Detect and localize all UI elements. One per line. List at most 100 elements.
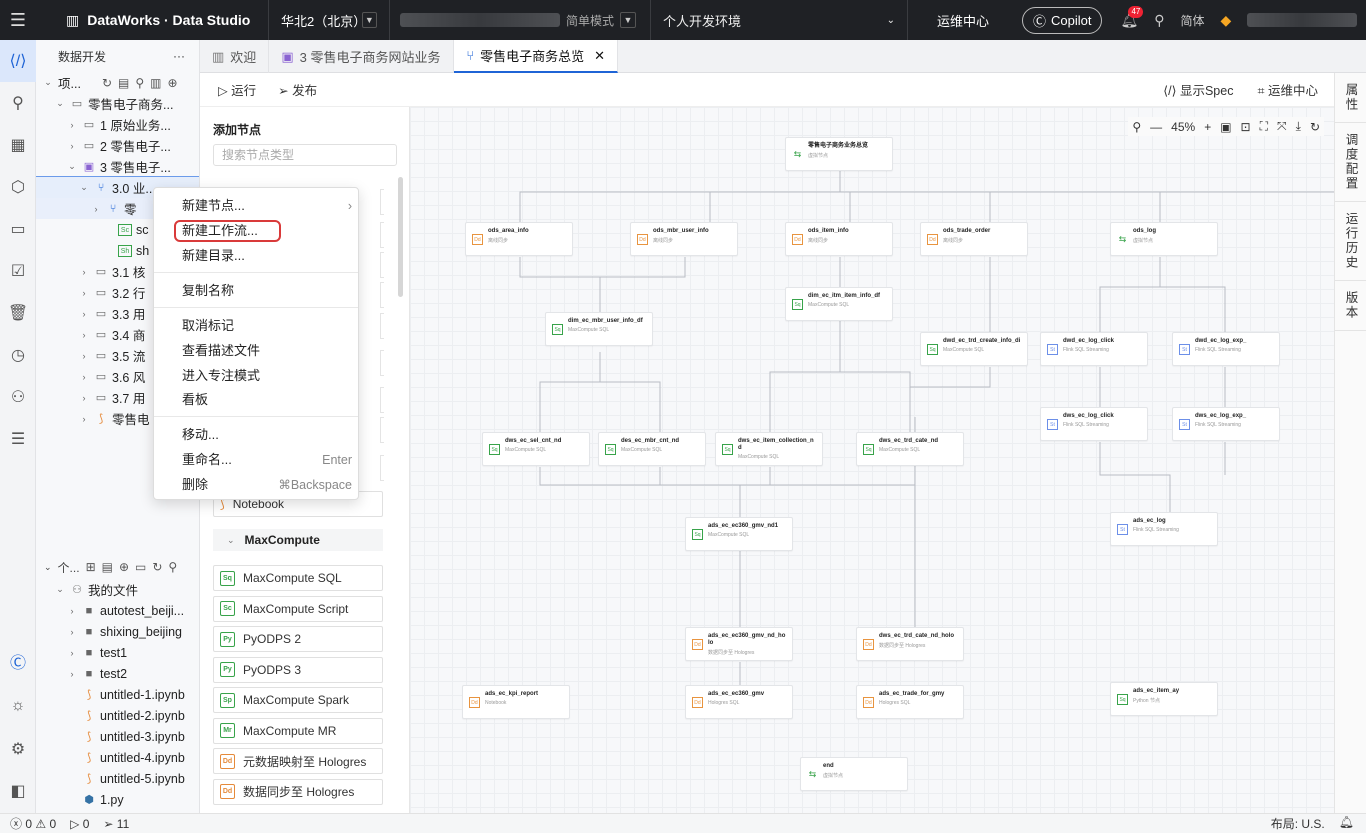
palette-search-input[interactable]: 搜索节点类型 [213, 144, 397, 166]
download-icon[interactable]: ⤓ [1296, 119, 1301, 134]
dag-node[interactable]: Dd ods_mbr_user_info 离线同步 [630, 222, 738, 256]
user-account[interactable] [1247, 13, 1358, 27]
chevron-right-icon[interactable]: › [90, 204, 102, 214]
menu-view-desc[interactable]: 查看描述文件 [182, 339, 352, 363]
dag-node[interactable]: Dd ads_ec_ec360_gmv_nd_holo 数据同步至 Hologres [685, 627, 793, 661]
chevron-right-icon[interactable]: › [78, 351, 90, 361]
dag-node[interactable]: ⇆ end 虚拟节点 [800, 757, 908, 791]
chevron-down-icon[interactable]: ⌄ [54, 98, 66, 109]
runs-indicator[interactable]: ▷ 0 [70, 817, 89, 831]
dag-node[interactable]: St dws_ec_log_exp_ Flink SQL Streaming [1172, 407, 1280, 441]
chevron-right-icon[interactable]: › [78, 372, 90, 382]
cube-icon[interactable]: ⬡ [0, 166, 36, 208]
project-row[interactable]: ⌄ 项... ↻▤⚲▥⊕ [36, 72, 199, 93]
lang-switch[interactable]: 简体 [1181, 12, 1205, 29]
palette-group-maxcompute[interactable]: ⌄ MaxCompute [213, 529, 383, 551]
tab-welcome[interactable]: ▥ 欢迎 [200, 40, 270, 73]
env-select[interactable]: 个人开发环境 ⌄ [651, 11, 907, 30]
file-item[interactable]: › ■ test2 [36, 663, 199, 684]
dag-node[interactable]: Dd ads_ec_kpi_report Notebook [462, 685, 570, 719]
menu-new-node[interactable]: 新建节点... › [182, 194, 352, 218]
close-icon[interactable]: ✕ [594, 48, 605, 64]
fit-icon[interactable]: ▣ [1220, 120, 1231, 134]
chevron-right-icon[interactable]: › [78, 309, 90, 319]
dag-node[interactable]: Sq dws_ec_trd_cate_nd MaxCompute SQL [856, 432, 964, 466]
code-icon[interactable]: ⟨/⟩ [0, 40, 36, 82]
menu-rename[interactable]: 重命名... Enter [182, 448, 352, 472]
dag-node[interactable]: Sq des_ec_mbr_cnt_nd MaxCompute SQL [598, 432, 706, 466]
tree-item[interactable]: › ▭ 1 原始业务... [36, 114, 199, 135]
tree-item[interactable]: › ▭ 2 零售电子... [36, 135, 199, 156]
chevron-right-icon[interactable]: › [66, 627, 78, 637]
folder-icon[interactable]: ▭ [0, 208, 36, 250]
palette-item[interactable]: Dd 元数据映射至 Hologres [213, 748, 383, 774]
frame-icon[interactable]: ⊡ [1241, 120, 1251, 134]
list-icon[interactable]: ☰ [0, 418, 36, 460]
file-item[interactable]: ⟆ untitled-4.ipynb [36, 747, 199, 768]
personal-actions-icons[interactable]: ⊞▤⊕▭↻⚲ [86, 560, 184, 574]
tree-item[interactable]: ⌄ ▣ 3 零售电子... [36, 156, 199, 177]
region-select[interactable]: 华北2（北京） ▼ [269, 11, 389, 30]
palette-item[interactable]: Sp MaxCompute Spark [213, 687, 383, 713]
file-item[interactable]: ⟆ untitled-5.ipynb [36, 768, 199, 789]
layout-icon[interactable]: ⤧ [1277, 119, 1287, 134]
menu-copy-name[interactable]: 复制名称 [182, 279, 352, 303]
file-item[interactable]: ⟆ untitled-2.ipynb [36, 705, 199, 726]
dag-node[interactable]: ⇆ ods_log 虚拟节点 [1110, 222, 1218, 256]
menu-unmark[interactable]: 取消标记 [182, 314, 352, 338]
search-user-icon[interactable]: ⚲ [0, 82, 36, 124]
checklist-icon[interactable]: ☑ [0, 250, 36, 292]
dag-node[interactable]: Sq ads_ec_item_ay Python 节点 [1110, 682, 1218, 716]
dag-node[interactable]: Dd ads_ec_ec360_gmv Hologres SQL [685, 685, 793, 719]
fullscreen-icon[interactable]: ⛶ [1260, 119, 1268, 134]
file-item[interactable]: ⟆ untitled-1.ipynb [36, 684, 199, 705]
dag-node[interactable]: Sq dwd_ec_trd_create_info_di MaxCompute SQ… [920, 332, 1028, 366]
person-icon[interactable]: ⚇ [0, 376, 36, 418]
chevron-right-icon[interactable]: › [66, 648, 78, 658]
menu-board[interactable]: 看板 [182, 388, 352, 412]
dag-node[interactable]: St dwd_ec_log_exp_ Flink SQL Streaming [1172, 332, 1280, 366]
publish-button[interactable]: ➢ 发布 [278, 80, 317, 99]
gear-icon[interactable]: ⚙ [0, 728, 36, 770]
menu-focus[interactable]: 进入专注模式 [182, 364, 352, 388]
dag-node[interactable]: Sq dim_ec_mbr_user_info_df MaxCompute SQL [545, 312, 653, 346]
tab-run-history[interactable]: 运行历史 [1335, 202, 1366, 281]
dag-node[interactable]: Dd ods_area_info 离线同步 [465, 222, 573, 256]
sun-icon[interactable]: ☼ [0, 685, 36, 727]
dag-node[interactable]: St ads_ec_log Flink SQL Streaming [1110, 512, 1218, 546]
copilot-button[interactable]: Ⓒ Copilot [1022, 6, 1103, 34]
clock-icon[interactable]: ◷ [0, 334, 36, 376]
ops-button[interactable]: ⌗ 运维中心 [1257, 80, 1318, 99]
chevron-right-icon[interactable]: › [78, 330, 90, 340]
dag-node[interactable]: Dd ods_trade_order 离线同步 [920, 222, 1028, 256]
dag-node[interactable]: St dws_ec_log_click Flink SQL Streaming [1040, 407, 1148, 441]
wrench-icon[interactable]: ⚲ [1154, 12, 1164, 29]
tab-overview[interactable]: ⑂ 零售电子商务总览 ✕ [454, 40, 619, 73]
tree-item[interactable]: ⌄ ▭ 零售电子商务... [36, 93, 199, 114]
palette-item[interactable]: Dd 数据同步至 Hologres [213, 778, 383, 805]
run-button[interactable]: ▷ 运行 [218, 80, 256, 99]
workflow-canvas[interactable]: ⚲ — 45% + ▣ ⊡ ⛶ ⤧ ⤓ ↻ ⇆ 零售电子商务业务总览 虚拟节点 Dd o… [410, 107, 1334, 813]
file-item[interactable]: › ■ autotest_beiji... [36, 600, 199, 621]
dag-node[interactable]: Dd ads_ec_trade_for_gmy Hologres SQL [856, 685, 964, 719]
file-item[interactable]: › ■ test1 [36, 642, 199, 663]
panel-toggle-icon[interactable]: ◧ [0, 770, 36, 812]
dag-node[interactable]: Dd dws_ec_trd_cate_nd_holo 数据同步至 Hologres [856, 627, 964, 661]
spec-button[interactable]: ⟨/⟩ 显示Spec [1163, 80, 1233, 99]
zoom-in-icon[interactable]: + [1204, 120, 1211, 134]
dag-node[interactable]: Sq dim_ec_itm_item_info_df MaxCompute SQL [785, 287, 893, 321]
tree-actions-icons[interactable]: ↻▤⚲▥⊕ [102, 76, 184, 90]
chevron-right-icon[interactable]: › [66, 606, 78, 616]
palette-item[interactable]: Mr MaxCompute MR [213, 717, 383, 744]
chevron-right-icon[interactable]: › [78, 288, 90, 298]
dag-node[interactable]: ⇆ 零售电子商务业务总览 虚拟节点 [785, 137, 893, 171]
copilot-rail-icon[interactable]: Ⓒ [0, 640, 36, 682]
palette-item[interactable]: Sc MaxCompute Script [213, 595, 383, 622]
tab-version[interactable]: 版本 [1335, 281, 1366, 331]
tab-properties[interactable]: 属性 [1335, 73, 1366, 123]
dag-node[interactable]: Dd ods_item_info 离线同步 [785, 222, 893, 256]
dag-node[interactable]: Sq ads_ec_ec360_gmv_nd1 MaxCompute SQL [685, 517, 793, 551]
chevron-down-icon[interactable]: ⌄ [78, 182, 90, 193]
refresh-icon[interactable]: ↻ [1310, 120, 1320, 134]
tab-workflow[interactable]: ▣ 3 零售电子商务网站业务 [269, 40, 455, 73]
